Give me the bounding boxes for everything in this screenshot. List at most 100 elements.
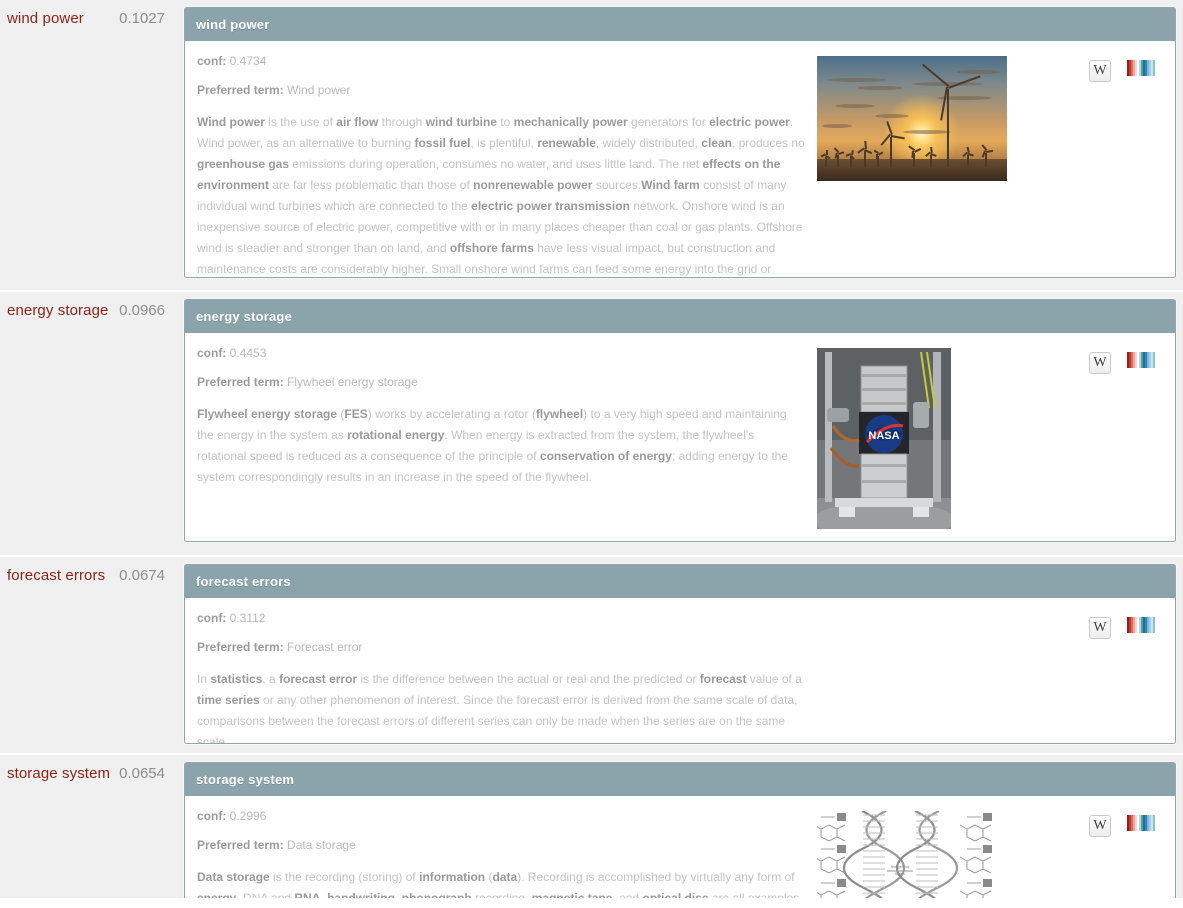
- entity-card-header: wind power: [185, 8, 1175, 41]
- abstract-link[interactable]: offshore farms: [450, 241, 534, 255]
- confidence-field: conf: 0.2996: [197, 809, 805, 824]
- abstract-link[interactable]: conservation of energy: [540, 449, 672, 463]
- entity-card-header: storage system: [185, 763, 1175, 796]
- abstract-link[interactable]: time series: [197, 693, 260, 707]
- mention-score: 0.0966: [119, 302, 165, 319]
- relatedness-bars-icon[interactable]: [1127, 815, 1155, 831]
- abstract-text: , widely distributed,: [595, 136, 702, 150]
- abstract-link[interactable]: clean: [701, 136, 732, 150]
- entity-annotation-list: wind power 0.1027 wind power conf: 0.4734 Pr…: [0, 0, 1183, 900]
- entity-abstract: In statistics, a forecast error is the d…: [197, 669, 805, 744]
- preferred-term-label: Preferred term:: [197, 838, 284, 852]
- abstract-link[interactable]: wind turbine: [426, 115, 497, 129]
- abstract-text: ) works by accelerating a rotor (: [367, 407, 536, 421]
- abstract-text: , a: [262, 672, 280, 686]
- turbine-mast: [864, 151, 866, 167]
- abstract-link[interactable]: forecast: [700, 672, 747, 686]
- abstract-link[interactable]: FES: [344, 407, 367, 421]
- wikipedia-icon[interactable]: W: [1089, 815, 1111, 837]
- nasa-flywheel-photo: NASA: [817, 348, 951, 529]
- abstract-link[interactable]: flywheel: [536, 407, 583, 421]
- abstract-link[interactable]: mechanically power: [514, 115, 628, 129]
- abstract-link[interactable]: forecast error: [279, 672, 357, 686]
- abstract-link[interactable]: renewable: [537, 136, 596, 150]
- abstract-link[interactable]: Flywheel energy storage: [197, 407, 337, 421]
- mention-summary: wind power 0.1027: [0, 0, 178, 290]
- abstract-link[interactable]: rotational energy: [347, 428, 444, 442]
- preferred-term-value[interactable]: Forecast error: [287, 640, 362, 654]
- mention-label[interactable]: forecast errors: [0, 567, 105, 585]
- abstract-link[interactable]: energy: [197, 891, 236, 898]
- abstract-link[interactable]: Wind power: [197, 115, 265, 129]
- card-layout: conf: 0.4453 Preferred term: Flywheel ene…: [197, 346, 1163, 529]
- confidence-field: conf: 0.4453: [197, 346, 805, 361]
- wind-turbine-shape: [820, 150, 831, 167]
- abstract-text: value of a: [746, 672, 802, 686]
- entity-card: wind power conf: 0.4734 Preferred term: Wi…: [184, 7, 1176, 278]
- abstract-link[interactable]: magnetic tape: [532, 891, 613, 898]
- turbine-blade: [929, 147, 933, 154]
- abstract-link[interactable]: fossil fuel: [414, 136, 470, 150]
- confidence-value: 0.2996: [229, 809, 267, 823]
- abstract-link[interactable]: RNA: [294, 891, 320, 898]
- abstract-link[interactable]: Data storage: [197, 870, 270, 884]
- entity-card-header: energy storage: [185, 300, 1175, 333]
- abstract-link[interactable]: handwriting: [327, 891, 395, 898]
- abstract-link[interactable]: electric power: [709, 115, 790, 129]
- abstract-text: . DNA and: [236, 891, 295, 900]
- mention-label[interactable]: energy storage: [0, 302, 108, 320]
- wind-turbine-shape: [833, 148, 845, 167]
- abstract-link[interactable]: information: [419, 870, 485, 884]
- abstract-text: ,: [395, 891, 402, 900]
- turbine-mast: [985, 153, 987, 167]
- relatedness-bar: [1153, 617, 1155, 633]
- abstract-link[interactable]: electric power transmission: [471, 199, 630, 213]
- relatedness-bars-icon[interactable]: [1127, 617, 1155, 633]
- abstract-link[interactable]: phonograph: [402, 891, 472, 898]
- abstract-link[interactable]: air flow: [336, 115, 378, 129]
- mention-summary: storage system 0.0654: [0, 755, 178, 898]
- entity-details: conf: 0.4734 Preferred term: Wind power Wi…: [197, 54, 805, 277]
- mention-summary: forecast errors 0.0674: [0, 557, 178, 753]
- mention-label[interactable]: storage system: [0, 765, 110, 783]
- svg-text:Bases: Bases: [895, 872, 905, 876]
- flywheel-rig-drawing: NASA: [817, 348, 951, 529]
- wikipedia-icon[interactable]: W: [1089, 352, 1111, 374]
- abstract-link[interactable]: nonrenewable power: [473, 178, 592, 192]
- annotation-row: forecast errors 0.0674 forecast errors conf…: [0, 557, 1183, 755]
- relatedness-bars-icon[interactable]: [1127, 352, 1155, 368]
- wikipedia-icon[interactable]: W: [1089, 60, 1111, 82]
- turbine-mast: [850, 157, 852, 167]
- entity-details: conf: 0.3112 Preferred term: Forecast err…: [197, 611, 805, 744]
- preferred-term-label: Preferred term:: [197, 83, 284, 97]
- annotation-row: energy storage 0.0966 energy storage conf: …: [0, 292, 1183, 557]
- mention-summary: energy storage 0.0966: [0, 292, 178, 555]
- abstract-link[interactable]: statistics: [210, 672, 262, 686]
- abstract-text: or any other phenomenon of interest. Sin…: [197, 693, 798, 744]
- abstract-link[interactable]: greenhouse gas: [197, 157, 289, 171]
- preferred-term-value[interactable]: Flywheel energy storage: [287, 375, 418, 389]
- wikipedia-icon[interactable]: W: [1089, 617, 1111, 639]
- abstract-link[interactable]: Wind farm: [641, 178, 700, 192]
- abstract-link[interactable]: data: [492, 870, 517, 884]
- preferred-term-value[interactable]: Wind power: [287, 83, 350, 97]
- relatedness-bar: [1153, 352, 1155, 368]
- abstract-link[interactable]: optical disc: [642, 891, 708, 898]
- entity-card-body: conf: 0.4453 Preferred term: Flywheel ene…: [185, 333, 1175, 541]
- preferred-term-value[interactable]: Data storage: [287, 838, 356, 852]
- confidence-field: conf: 0.3112: [197, 611, 805, 626]
- confidence-label: conf:: [197, 809, 227, 823]
- confidence-value: 0.4734: [229, 54, 267, 68]
- preferred-term-field: Preferred term: Forecast error: [197, 640, 805, 655]
- abstract-text: recording,: [471, 891, 532, 900]
- mention-score: 0.1027: [119, 10, 165, 27]
- wind-turbine-shape: [921, 64, 981, 167]
- turbine-mast: [837, 155, 839, 167]
- card-layout: conf: 0.4734 Preferred term: Wind power Wi…: [197, 54, 1163, 277]
- entity-card-wrapper: energy storage conf: 0.4453 Preferred term…: [178, 292, 1183, 555]
- relatedness-bars-icon[interactable]: [1127, 60, 1155, 76]
- mention-label[interactable]: wind power: [0, 10, 84, 28]
- dna-drawing: Nitrogenous Bases Base pair: [817, 811, 1002, 898]
- card-actions: W: [1089, 54, 1163, 82]
- card-actions: W: [1089, 346, 1163, 374]
